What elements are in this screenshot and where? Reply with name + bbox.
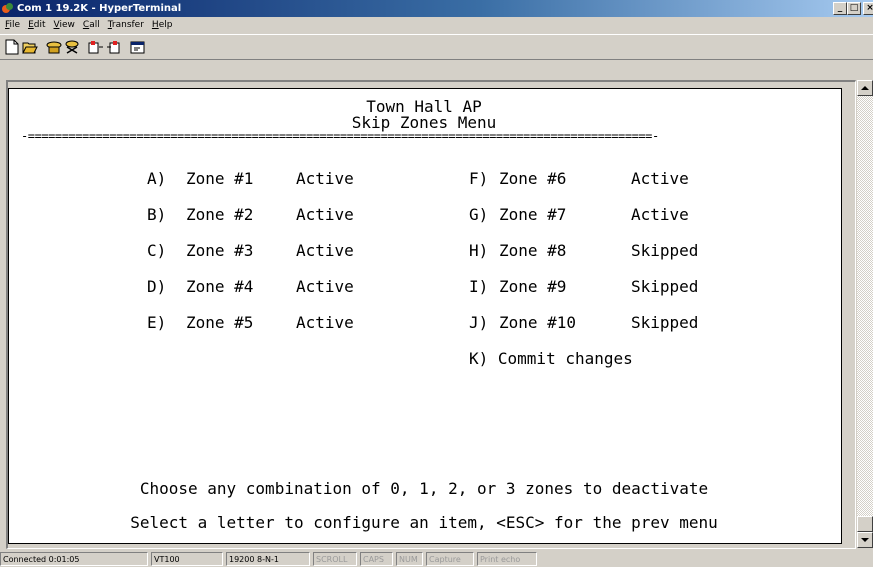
menu-help-accel: H	[151, 20, 159, 30]
zone-a-name: Zone #1	[186, 169, 254, 188]
zone-e-key: E)	[147, 313, 167, 332]
vertical-scrollbar[interactable]	[857, 80, 873, 548]
zone-f-key: F)	[469, 169, 489, 188]
scroll-thumb[interactable]	[857, 516, 873, 532]
commit-changes-option: K) Commit changes	[469, 349, 633, 368]
zone-d-key: D)	[147, 277, 167, 296]
zone-i-key: I)	[469, 277, 489, 296]
status-connected: Connected 0:01:05	[0, 552, 148, 566]
menu-view[interactable]: View	[50, 20, 79, 30]
menu-file[interactable]: File	[0, 20, 24, 30]
new-connection-icon[interactable]	[3, 38, 21, 56]
zone-f-status: Active	[631, 169, 689, 188]
zone-i-status: Skipped	[631, 277, 699, 296]
status-bar: Connected 0:01:05 VT100 19200 8-N-1 SCRO…	[0, 551, 873, 567]
arrow-down-icon	[861, 538, 869, 542]
zone-g-status: Active	[631, 205, 689, 224]
zone-h-name: Zone #8	[499, 241, 567, 260]
title-bar[interactable]: Com 1 19.2K - HyperTerminal _ □ ×	[0, 0, 873, 17]
zone-d-status: Active	[296, 277, 354, 296]
minimize-button[interactable]: _	[833, 2, 847, 15]
menu-transfer[interactable]: Transfer	[104, 20, 148, 30]
zone-h-status: Skipped	[631, 241, 699, 260]
status-emulation: VT100	[151, 552, 223, 566]
status-scroll: SCROLL	[313, 552, 357, 566]
zone-f-name: Zone #6	[499, 169, 567, 188]
receive-icon[interactable]	[105, 38, 123, 56]
zone-b-key: B)	[147, 205, 167, 224]
terminal-separator: -=======================================…	[21, 129, 659, 143]
properties-icon[interactable]	[129, 38, 147, 56]
status-capture: Capture	[426, 552, 474, 566]
scroll-up-button[interactable]	[857, 80, 873, 96]
selection-prompt: Select a letter to configure an item, <E…	[130, 513, 718, 532]
zone-a-key: A)	[147, 169, 167, 188]
menu-call-rest: all	[89, 20, 100, 30]
connect-icon[interactable]	[45, 38, 63, 56]
open-icon[interactable]	[21, 38, 39, 56]
menu-edit[interactable]: Edit	[24, 20, 49, 30]
window-title: Com 1 19.2K - HyperTerminal	[17, 3, 182, 14]
zone-h-key: H)	[469, 241, 489, 260]
disconnect-icon[interactable]	[63, 38, 81, 56]
zone-c-key: C)	[147, 241, 167, 260]
status-num: NUM	[396, 552, 423, 566]
zone-j-name: Zone #10	[499, 313, 577, 332]
zone-i-name: Zone #9	[499, 277, 567, 296]
status-print-echo: Print echo	[477, 552, 537, 566]
close-button[interactable]: ×	[863, 2, 873, 15]
zone-e-name: Zone #5	[186, 313, 254, 332]
arrow-up-icon	[861, 86, 869, 90]
menu-call[interactable]: Call	[79, 20, 104, 30]
zone-d-name: Zone #4	[186, 277, 254, 296]
maximize-button[interactable]: □	[847, 2, 861, 15]
zone-g-key: G)	[469, 205, 489, 224]
zone-a-status: Active	[296, 169, 354, 188]
zone-j-key: J)	[469, 313, 489, 332]
send-icon[interactable]	[87, 38, 105, 56]
scroll-down-button[interactable]	[857, 532, 873, 548]
toolbar	[0, 34, 873, 60]
menu-file-rest: ile	[9, 20, 21, 30]
zone-c-name: Zone #3	[186, 241, 254, 260]
zone-e-status: Active	[296, 313, 354, 332]
status-settings: 19200 8-N-1	[226, 552, 310, 566]
zone-b-name: Zone #2	[186, 205, 254, 224]
menu-edit-rest: dit	[33, 20, 46, 30]
zone-g-name: Zone #7	[499, 205, 567, 224]
window-controls: _ □ ×	[833, 2, 873, 15]
menu-transfer-rest: ransfer	[111, 20, 144, 30]
menu-bar: File Edit View Call Transfer Help	[0, 17, 873, 33]
terminal-screen[interactable]: Town Hall AP Skip Zones Menu -==========…	[8, 88, 842, 544]
hyperterminal-app-icon[interactable]	[2, 2, 14, 15]
menu-view-rest: iew	[59, 20, 75, 30]
zone-b-status: Active	[296, 205, 354, 224]
zone-j-status: Skipped	[631, 313, 699, 332]
menu-help-rest: elp	[158, 20, 173, 30]
zone-c-status: Active	[296, 241, 354, 260]
menu-help[interactable]: Help	[148, 20, 177, 30]
status-caps: CAPS	[360, 552, 393, 566]
deactivate-hint: Choose any combination of 0, 1, 2, or 3 …	[139, 479, 709, 498]
